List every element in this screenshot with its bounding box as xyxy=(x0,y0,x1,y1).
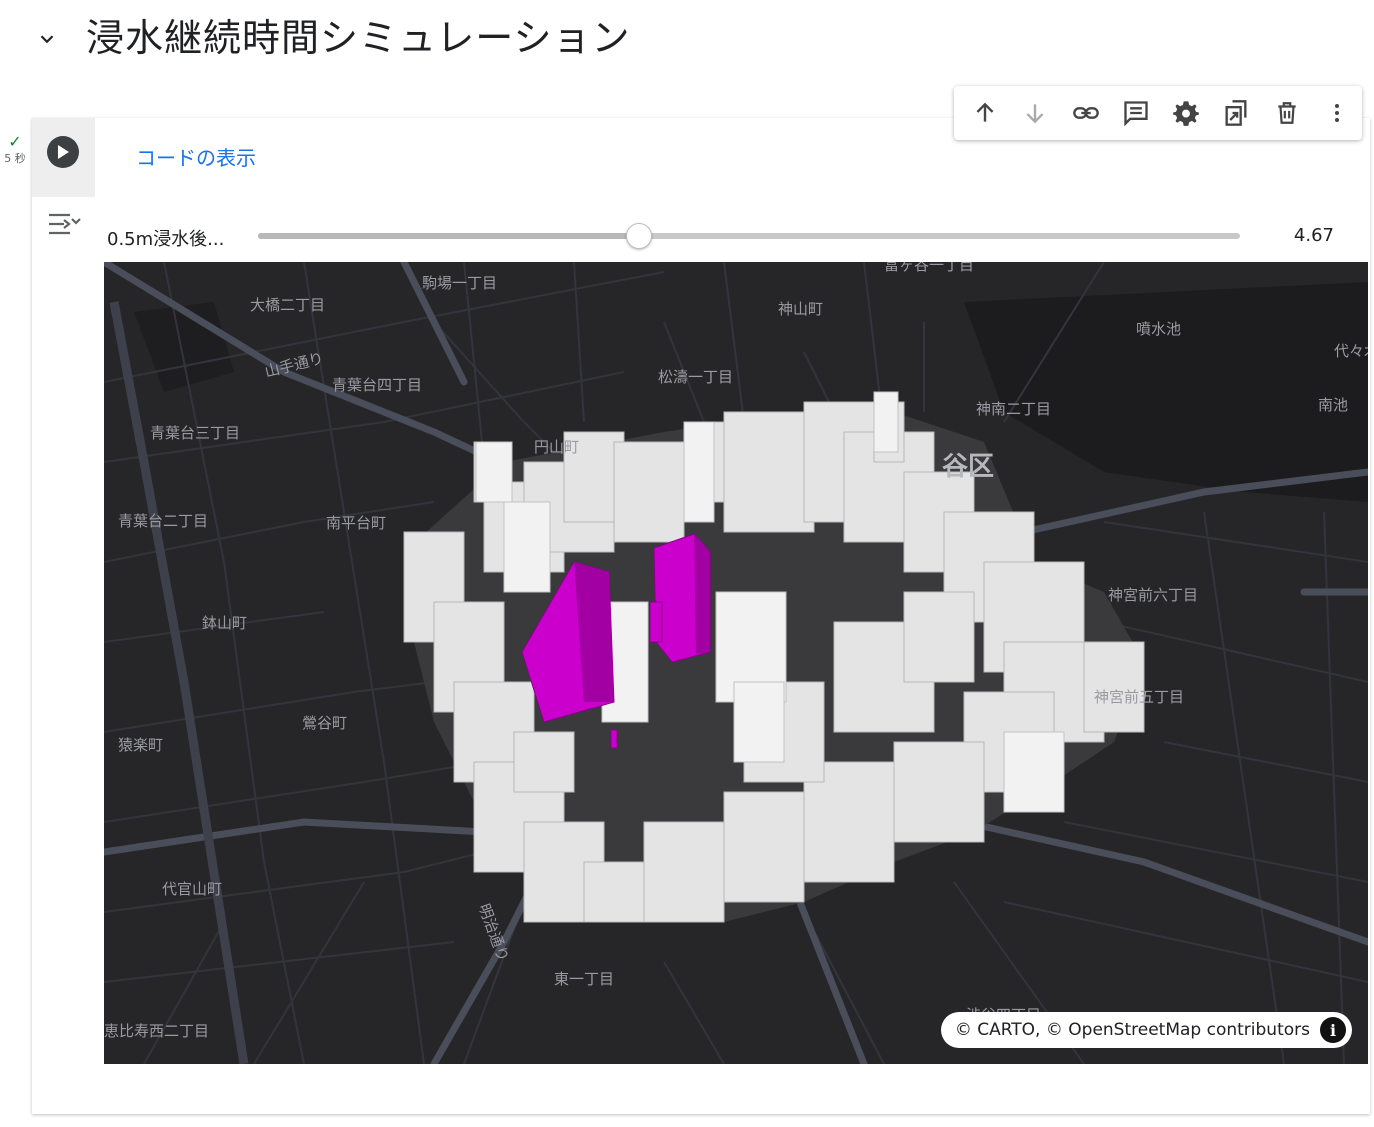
cell-toolbar xyxy=(954,86,1362,140)
arrow-up-icon xyxy=(976,102,994,122)
collapse-section-button[interactable] xyxy=(30,22,64,56)
delete-cell-button[interactable] xyxy=(1262,93,1312,133)
section-title: 浸水継続時間シミュレーション xyxy=(86,16,631,60)
flood-map[interactable]: 駒場一丁目大橋二丁目 神山町噴水池代々木青葉台四丁目 松濤一丁目神南二丁目 南池青葉台… xyxy=(104,262,1368,1064)
mirror-cell-button[interactable] xyxy=(1211,93,1261,133)
slider-value: 4.67 xyxy=(1293,225,1334,246)
more-vert-icon xyxy=(1334,104,1339,122)
cell-gutter xyxy=(32,118,95,197)
gear-icon xyxy=(1173,101,1199,126)
map-place-label: 円山町 xyxy=(534,438,580,456)
trash-icon xyxy=(1277,102,1296,124)
map-place-label: 猿楽町 xyxy=(118,736,164,754)
link-icon xyxy=(1072,107,1099,119)
map-attribution: © CARTO, © OpenStreetMap contributors i xyxy=(940,1012,1352,1048)
slider-thumb[interactable] xyxy=(626,223,653,249)
mirror-cell-icon xyxy=(1225,100,1247,126)
map-place-label: 代々木 xyxy=(1334,342,1368,360)
comment-icon xyxy=(1124,101,1148,127)
map-place-label: 神南二丁目 xyxy=(976,400,1052,418)
cell-settings-button[interactable] xyxy=(1161,93,1211,133)
copy-link-button[interactable] xyxy=(1061,93,1111,133)
attribution-text: © CARTO, © OpenStreetMap contributors xyxy=(954,1020,1310,1040)
map-place-label: 南池 xyxy=(1318,396,1349,414)
map-place-label: 青葉台三丁目 xyxy=(150,424,241,442)
map-place-label: 東一丁目 xyxy=(554,970,615,988)
map-place-label: 駒場一丁目 xyxy=(422,274,498,292)
map-place-label: 大橋二丁目 xyxy=(250,296,326,314)
chevron-down-icon xyxy=(40,35,54,44)
map-place-label: 神宮前六丁目 xyxy=(1108,586,1199,604)
map-place-label: 恵比寿西二丁目 xyxy=(104,1022,210,1040)
time-slider-widget: 0.5m浸水後... 4.67 xyxy=(107,220,1347,254)
execution-time: 5 秒 xyxy=(4,152,26,165)
map-place-label: 神山町 xyxy=(778,300,824,318)
map-base-layer xyxy=(104,262,1368,1064)
more-actions-button[interactable] xyxy=(1312,93,1362,133)
map-place-label: 鶯谷町 xyxy=(302,714,348,732)
slider-label: 0.5m浸水後... xyxy=(107,229,225,250)
section-header: 浸水継続時間シミュレーション xyxy=(0,0,1374,80)
map-place-label: 青葉台四丁目 xyxy=(332,376,423,394)
run-cell-button[interactable] xyxy=(47,136,79,168)
info-icon[interactable]: i xyxy=(1320,1017,1346,1043)
map-place-label: 神宮前五丁目 xyxy=(1094,688,1185,706)
play-icon xyxy=(58,145,69,159)
map-place-label: 松濤一丁目 xyxy=(658,368,734,386)
map-place-label: 富ヶ谷一丁目 xyxy=(884,262,975,274)
map-place-label: 南平台町 xyxy=(326,514,387,532)
move-cell-up-button[interactable] xyxy=(960,93,1010,133)
slider-track[interactable] xyxy=(258,223,1240,249)
map-place-label: 谷区 xyxy=(942,452,995,482)
run-status: ✓ 5 秒 xyxy=(0,134,30,166)
output-options-icon[interactable] xyxy=(46,210,82,240)
arrow-down-icon xyxy=(1026,104,1044,124)
success-check-icon: ✓ xyxy=(8,132,22,151)
map-place-label: 鉢山町 xyxy=(202,614,248,632)
map-place-label: 青葉台二丁目 xyxy=(118,512,209,530)
show-code-link[interactable]: コードの表示 xyxy=(136,142,256,171)
add-comment-button[interactable] xyxy=(1111,93,1161,133)
move-cell-down-button[interactable] xyxy=(1010,93,1060,133)
map-place-label: 噴水池 xyxy=(1136,320,1182,338)
map-place-label: 代官山町 xyxy=(162,880,223,898)
slider-fill xyxy=(258,233,639,239)
